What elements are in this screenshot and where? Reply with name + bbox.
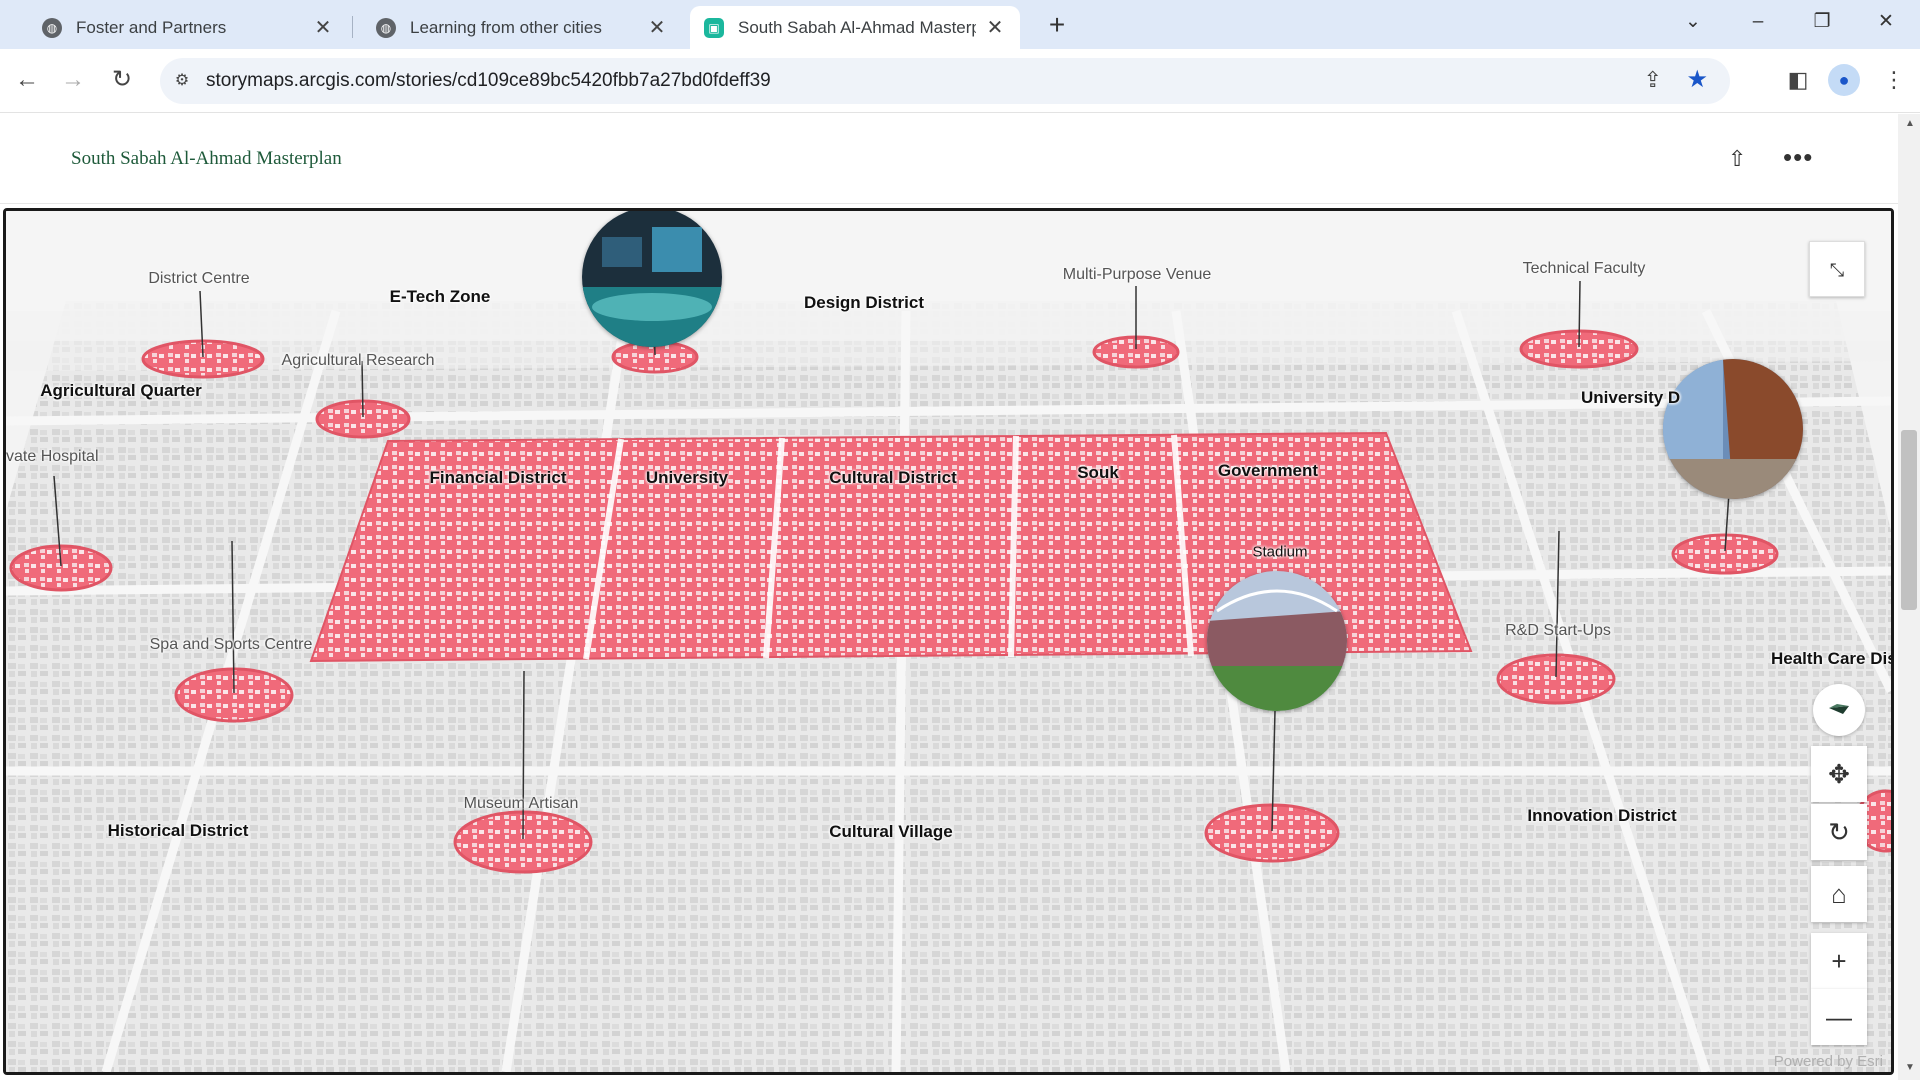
- label-design-district: Design District: [804, 293, 924, 312]
- tab-title: Learning from other cities: [410, 17, 602, 37]
- restore-button[interactable]: ❐: [1802, 8, 1842, 38]
- close-tab-icon[interactable]: ✕: [984, 15, 1006, 40]
- label-multi-purpose-venue: Multi-Purpose Venue: [1062, 266, 1212, 283]
- page-scrollbar-thumb[interactable]: [1901, 430, 1917, 610]
- rotate-button[interactable]: ↻: [1811, 804, 1867, 860]
- zoom-out-button[interactable]: —: [1811, 989, 1867, 1045]
- tab-foster-and-partners[interactable]: ◍ Foster and Partners ✕: [28, 6, 348, 49]
- fullscreen-button[interactable]: ⤡: [1809, 241, 1865, 297]
- label-souk: Souk: [1077, 463, 1119, 482]
- side-panel-icon[interactable]: ◧: [1780, 62, 1816, 98]
- label-stadium: Stadium: [1252, 543, 1308, 561]
- tab-title: Foster and Partners: [76, 17, 227, 37]
- zoom-in-button[interactable]: +: [1811, 933, 1867, 989]
- tab-separator: [352, 16, 353, 38]
- home-button[interactable]: ⌂: [1811, 866, 1867, 922]
- photo-marker-etech[interactable]: [582, 211, 722, 347]
- close-tab-icon[interactable]: ✕: [312, 15, 334, 40]
- compass-button[interactable]: [1813, 684, 1865, 736]
- browser-menu-icon[interactable]: ⋮: [1876, 62, 1912, 98]
- home-icon: ⌂: [1831, 879, 1847, 909]
- pan-button[interactable]: ✥: [1811, 746, 1867, 802]
- label-government: Government: [1217, 461, 1319, 480]
- compass-icon: [1829, 704, 1849, 714]
- label-financial-district: Financial District: [429, 468, 567, 487]
- label-university: University: [645, 468, 729, 487]
- label-district-centre: District Centre: [148, 270, 250, 287]
- browser-toolbar: ← → ↻ ⚙ storymaps.arcgis.com/stories/cd1…: [0, 49, 1920, 113]
- label-technical-faculty: Technical Faculty: [1522, 260, 1646, 277]
- share-page-icon[interactable]: ⇪: [1644, 67, 1662, 93]
- label-rd-start-ups: R&D Start-Ups: [1505, 622, 1611, 639]
- esri-attribution[interactable]: Powered by Esri: [1774, 1053, 1883, 1070]
- label-etech-zone: E-Tech Zone: [389, 287, 491, 306]
- label-agricultural-quarter: Agricultural Quarter: [40, 381, 202, 400]
- storymaps-icon: ▣: [704, 17, 724, 38]
- address-bar[interactable]: ⚙ storymaps.arcgis.com/stories/cd109ce89…: [160, 58, 1730, 104]
- label-innovation-district: Innovation District: [1527, 806, 1677, 825]
- forward-button[interactable]: →: [55, 63, 91, 99]
- scroll-up-arrow[interactable]: ▲: [1903, 118, 1917, 129]
- map-view[interactable]: District Centre E-Tech Zone Design Distr…: [3, 208, 1894, 1075]
- photo-stadium-image: [1207, 571, 1347, 711]
- label-agricultural-research: Agricultural Research: [281, 352, 435, 369]
- browser-tab-bar: ◍ Foster and Partners ✕ ◍ Learning from …: [0, 0, 1920, 49]
- globe-icon: ◍: [376, 17, 396, 38]
- reload-button[interactable]: ↻: [104, 63, 140, 99]
- minus-icon: —: [1826, 1002, 1852, 1032]
- label-private-hospital: vate Hospital: [6, 448, 99, 465]
- profile-avatar-icon[interactable]: ●: [1828, 64, 1860, 96]
- pan-icon: ✥: [1828, 759, 1850, 789]
- photo-architecture-image: [1663, 359, 1803, 499]
- site-info-icon[interactable]: ⚙: [170, 69, 194, 93]
- close-window-button[interactable]: ✕: [1866, 8, 1906, 38]
- tab-south-sabah-al-ahmad[interactable]: ▣ South Sabah Al-Ahmad Masterp ✕: [690, 6, 1020, 49]
- story-title: South Sabah Al-Ahmad Masterplan: [71, 148, 342, 169]
- new-tab-button[interactable]: +: [1040, 9, 1074, 43]
- label-historical-district: Historical District: [107, 821, 249, 840]
- label-cultural-district: Cultural District: [829, 468, 957, 487]
- photo-marker-university[interactable]: [1663, 359, 1803, 499]
- back-button[interactable]: ←: [9, 63, 45, 99]
- label-health-care-district: Health Care Dist: [1771, 649, 1894, 668]
- plus-icon: +: [1831, 946, 1847, 976]
- close-tab-icon[interactable]: ✕: [646, 15, 668, 40]
- story-header: South Sabah Al-Ahmad Masterplan ⇧ •••: [0, 114, 1898, 204]
- tab-title: South Sabah Al-Ahmad Masterp: [738, 17, 976, 37]
- tab-learning-from-other-cities[interactable]: ◍ Learning from other cities ✕: [362, 6, 682, 49]
- more-options-icon[interactable]: •••: [1783, 142, 1813, 173]
- photo-interior-image: [582, 211, 722, 347]
- share-icon[interactable]: ⇧: [1728, 146, 1746, 172]
- url-text[interactable]: storymaps.arcgis.com/stories/cd109ce89bc…: [206, 70, 771, 92]
- photo-marker-stadium[interactable]: [1207, 571, 1347, 711]
- label-museum-artisan: Museum Artisan: [463, 795, 579, 812]
- bookmark-star-icon[interactable]: ★: [1686, 65, 1708, 94]
- minimize-button[interactable]: –: [1738, 8, 1778, 38]
- label-cultural-village: Cultural Village: [829, 822, 953, 841]
- scroll-down-arrow[interactable]: ▼: [1903, 1062, 1917, 1073]
- globe-icon: ◍: [42, 17, 62, 38]
- rotate-icon: ↻: [1828, 817, 1850, 847]
- label-university-district: University D: [1581, 388, 1681, 407]
- label-spa-and-sports-centre: Spa and Sports Centre: [149, 636, 313, 653]
- tab-search-chevron-icon[interactable]: ⌄: [1673, 8, 1713, 38]
